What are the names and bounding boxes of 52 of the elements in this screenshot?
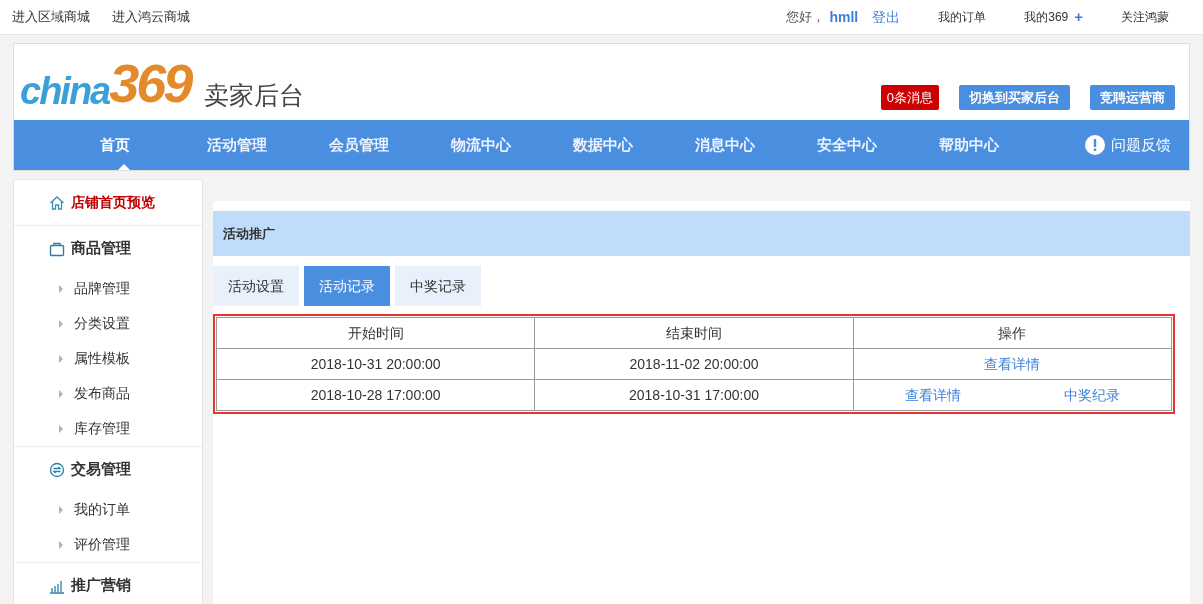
- nav-tab[interactable]: 首页: [54, 120, 176, 170]
- top-link[interactable]: 进入鸿云商城: [112, 7, 190, 27]
- nav-tab[interactable]: 安全中心: [786, 120, 908, 170]
- sidebar-item[interactable]: 品牌管理: [14, 271, 202, 306]
- table-cell: 2018-11-02 20:00:00: [534, 348, 854, 380]
- top-link[interactable]: 我的订单: [938, 8, 987, 26]
- action-link[interactable]: 中奖纪录: [1063, 384, 1120, 406]
- username-link[interactable]: hmll: [829, 6, 859, 28]
- column-header: 结束时间: [534, 317, 854, 349]
- page-title: 卖家后台: [204, 79, 305, 111]
- header-button[interactable]: 竞聘运营商: [1090, 85, 1175, 110]
- tab[interactable]: 活动设置: [213, 266, 299, 306]
- sidebar-heading[interactable]: 商品管理: [14, 226, 202, 271]
- sidebar-item[interactable]: 评价管理: [14, 527, 202, 562]
- table-cell: 2018-10-28 17:00:00: [216, 379, 535, 411]
- logo: china369: [20, 56, 191, 110]
- sidebar-heading[interactable]: 交易管理: [14, 447, 202, 492]
- header-button[interactable]: 切换到买家后台: [959, 85, 1070, 110]
- column-header: 操作: [853, 317, 1172, 349]
- home-icon: [49, 194, 65, 211]
- top-link[interactable]: 进入区域商城: [12, 7, 90, 27]
- nav-tab[interactable]: 消息中心: [664, 120, 786, 170]
- sidebar-heading[interactable]: 推广营销: [14, 563, 202, 604]
- sidebar-item[interactable]: 分类设置: [14, 306, 202, 341]
- table-cell: 2018-10-31 20:00:00: [216, 348, 535, 380]
- exchange-icon: [49, 461, 65, 478]
- bag-icon: [49, 240, 65, 257]
- nav-tab[interactable]: 物流中心: [420, 120, 542, 170]
- top-link[interactable]: 关注鸿蒙: [1121, 8, 1169, 26]
- action-link[interactable]: 查看详情: [905, 384, 961, 406]
- sidebar-item[interactable]: 发布商品: [14, 376, 202, 411]
- logout-link[interactable]: 登出: [872, 6, 901, 28]
- feedback-link[interactable]: 问题反馈: [1111, 133, 1171, 157]
- sidebar-item[interactable]: 属性模板: [14, 341, 202, 376]
- plus-icon[interactable]: +: [1074, 5, 1083, 29]
- column-header: 开始时间: [216, 317, 535, 349]
- messages-button[interactable]: 0条消息: [880, 85, 939, 110]
- table-cell: 2018-10-31 17:00:00: [534, 379, 854, 411]
- nav-tab[interactable]: 会员管理: [298, 120, 420, 170]
- tab[interactable]: 中奖记录: [395, 266, 481, 306]
- alert-icon: [1085, 135, 1105, 155]
- top-link[interactable]: 我的369: [1024, 8, 1069, 26]
- action-link[interactable]: 查看详情: [984, 353, 1041, 375]
- tab[interactable]: 活动记录: [304, 266, 390, 306]
- panel-header: 活动推广: [213, 211, 1190, 256]
- nav-tab[interactable]: 活动管理: [176, 120, 298, 170]
- nav-tab[interactable]: 帮助中心: [908, 120, 1030, 170]
- sidebar-heading[interactable]: 店铺首页预览: [14, 180, 202, 225]
- sidebar-item[interactable]: 库存管理: [14, 411, 202, 446]
- nav-tab[interactable]: 数据中心: [542, 120, 664, 170]
- greeting-text: 您好，: [786, 8, 826, 27]
- sidebar-item[interactable]: 我的订单: [14, 492, 202, 527]
